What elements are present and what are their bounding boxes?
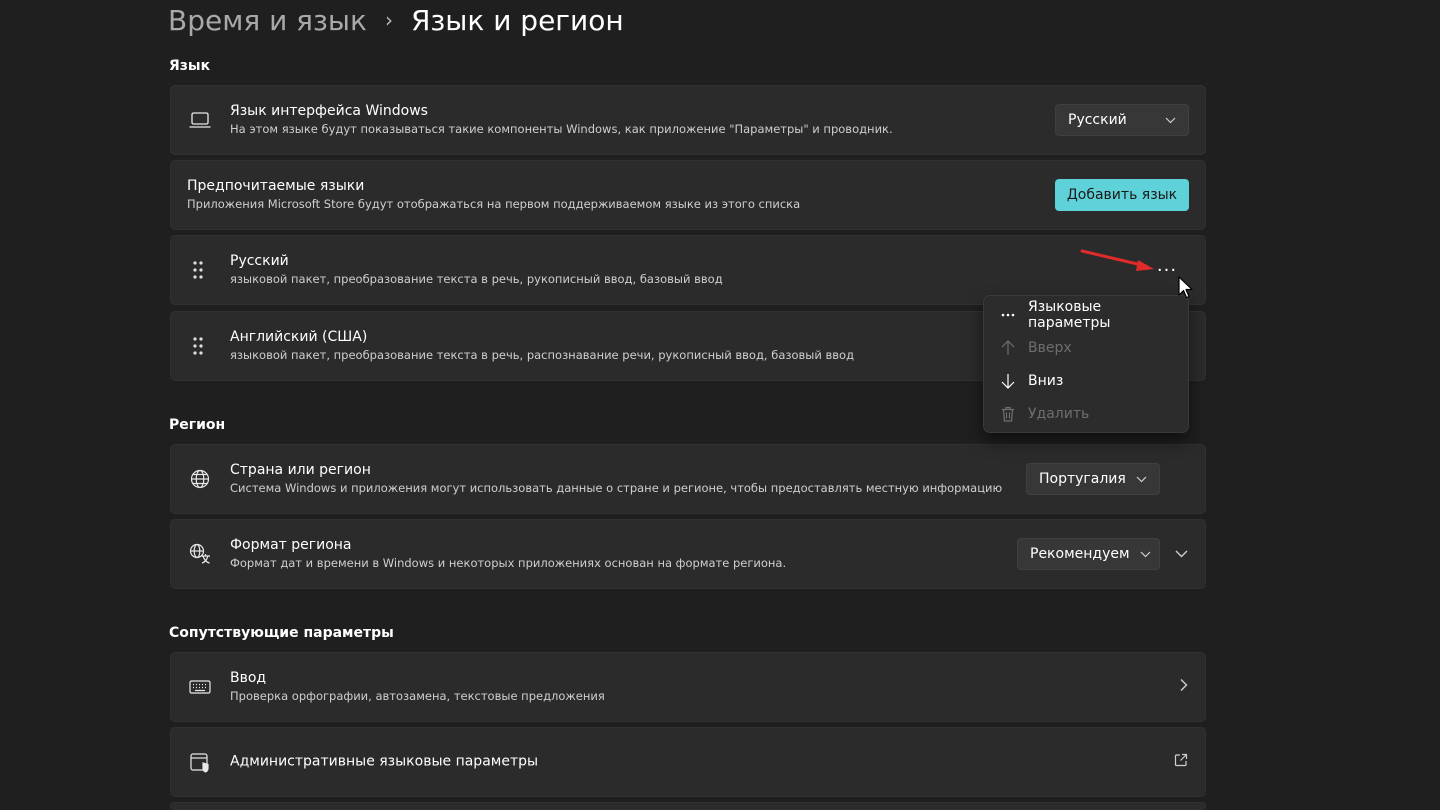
menu-item-label: Удалить (1028, 406, 1090, 422)
region-format-icon (188, 542, 212, 566)
breadcrumb: Время и язык › Язык и регион (168, 0, 624, 40)
expand-chevron-icon[interactable] (1175, 546, 1188, 562)
section-title-related: Сопутствующие параметры (169, 625, 394, 641)
section-title-region: Регион (169, 417, 226, 433)
menu-item-label: Вниз (1028, 373, 1064, 389)
more-options-button[interactable]: ··· (1155, 260, 1179, 281)
typing-subtitle: Проверка орфографии, автозамена, текстов… (230, 689, 605, 703)
typing-card[interactable]: Ввод Проверка орфографии, автозамена, те… (170, 652, 1206, 722)
add-language-button[interactable]: Добавить язык (1055, 179, 1189, 211)
drag-handle-icon[interactable] (192, 260, 204, 280)
more-icon (998, 313, 1018, 317)
regional-format-card[interactable]: Формат региона Формат дат и времени в Wi… (170, 519, 1206, 589)
laptop-icon (188, 108, 212, 132)
mouse-cursor-icon (1178, 276, 1193, 299)
menu-item-label: Вверх (1028, 340, 1072, 356)
regional-format-title: Формат региона (230, 537, 352, 553)
admin-language-settings-title: Административные языковые параметры (230, 753, 539, 770)
admin-language-settings-card[interactable]: Административные языковые параметры (170, 727, 1206, 797)
breadcrumb-separator: › (384, 8, 393, 32)
arrow-up-icon (998, 340, 1018, 356)
arrow-down-icon (998, 373, 1018, 389)
next-card-partial (170, 802, 1206, 810)
preferred-languages-subtitle: Приложения Microsoft Store будут отображ… (187, 197, 801, 211)
display-language-subtitle: На этом языке будут показываться такие к… (230, 122, 893, 136)
country-dropdown[interactable]: Португалия (1026, 463, 1160, 495)
regional-format-value: Рекомендуем (1030, 546, 1130, 562)
keyboard-icon (188, 675, 212, 699)
chevron-right-icon (1180, 679, 1188, 696)
menu-item-label: Языковые параметры (1027, 299, 1111, 331)
annotation-arrow (1080, 249, 1154, 271)
preferred-languages-title: Предпочитаемые языки (187, 178, 365, 194)
display-language-dropdown[interactable]: Русский (1055, 104, 1189, 136)
chevron-down-icon (1140, 548, 1151, 561)
display-language-card: Язык интерфейса Windows На этом языке бу… (170, 85, 1206, 155)
language-context-menu: Языковые параметры Вверх Вниз Удалить (983, 295, 1189, 433)
display-language-value: Русский (1068, 112, 1127, 128)
chevron-down-icon (1136, 473, 1147, 486)
country-card: Страна или регион Система Windows и прил… (170, 444, 1206, 514)
regional-format-dropdown[interactable]: Рекомендуем (1017, 538, 1160, 570)
drag-handle-icon[interactable] (192, 336, 204, 356)
globe-icon (188, 467, 212, 491)
language-name: Русский (230, 253, 289, 269)
country-subtitle: Система Windows и приложения могут испол… (230, 481, 1003, 495)
menu-item-language-options[interactable]: Языковые параметры (984, 299, 1188, 331)
language-features: языковой пакет, преобразование текста в … (230, 272, 723, 286)
regional-format-subtitle: Формат дат и времени в Windows и некотор… (230, 556, 787, 570)
page-title: Язык и регион (410, 3, 624, 37)
display-language-title: Язык интерфейса Windows (230, 103, 428, 119)
trash-icon (998, 406, 1018, 422)
country-value: Португалия (1039, 471, 1126, 487)
country-title: Страна или регион (230, 462, 371, 478)
language-name: Английский (США) (230, 329, 368, 345)
breadcrumb-parent[interactable]: Время и язык (168, 4, 367, 37)
section-title-language: Язык (169, 58, 211, 74)
external-link-icon[interactable] (1174, 753, 1188, 771)
menu-item-move-down[interactable]: Вниз (984, 365, 1188, 397)
language-features: языковой пакет, преобразование текста в … (230, 348, 855, 362)
typing-title: Ввод (230, 670, 267, 686)
menu-item-remove[interactable]: Удалить (984, 398, 1188, 430)
menu-item-move-up[interactable]: Вверх (984, 332, 1188, 364)
preferred-languages-card: Предпочитаемые языки Приложения Microsof… (170, 160, 1206, 230)
admin-settings-icon (188, 750, 212, 774)
chevron-down-icon (1165, 114, 1176, 127)
